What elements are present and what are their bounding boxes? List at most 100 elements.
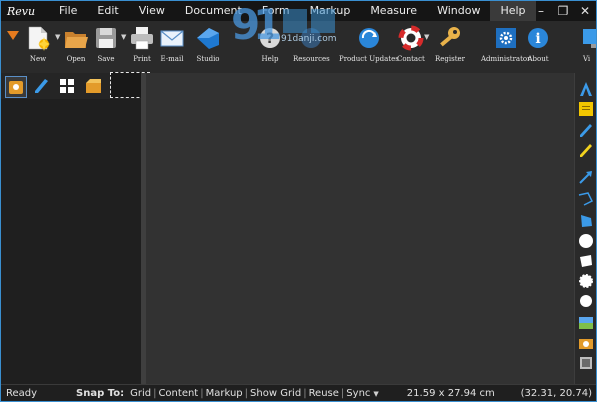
menu-window[interactable]: Window — [427, 1, 490, 21]
open-label: Open — [66, 55, 86, 63]
pen-tool-icon[interactable] — [578, 123, 594, 139]
note-tool-icon[interactable] — [578, 101, 594, 117]
tool-chest-icon — [86, 79, 101, 93]
help-label: Help — [261, 55, 279, 63]
thumbnails-icon — [9, 81, 23, 94]
page-dimensions: 21.59 x 27.94 cm — [406, 388, 495, 399]
image-tool-icon[interactable] — [578, 315, 594, 331]
info-icon: i — [528, 28, 548, 48]
show-grid-toggle[interactable]: Show Grid — [250, 388, 301, 399]
quick-menu-button[interactable] — [7, 31, 19, 41]
tab-tool-chest[interactable] — [83, 76, 105, 98]
tab-layers[interactable] — [57, 76, 79, 98]
resources-label: Resources — [293, 55, 330, 63]
about-button[interactable]: i About — [525, 25, 551, 63]
new-label: New — [29, 55, 47, 63]
about-label: About — [527, 55, 549, 63]
new-button[interactable]: New — [25, 25, 51, 63]
highlighter-tool-icon[interactable] — [578, 143, 594, 159]
sync-toggle[interactable]: Sync — [346, 388, 370, 399]
menu-bar: Revu File Edit View Document Form Markup… — [1, 1, 596, 21]
contact-label: Contact — [397, 55, 425, 63]
save-button[interactable]: Save — [93, 25, 119, 63]
snap-markup-toggle[interactable]: Markup — [206, 388, 243, 399]
camera-tool-icon[interactable] — [578, 335, 594, 351]
studio-label: Studio — [196, 55, 220, 63]
reuse-toggle[interactable]: Reuse — [309, 388, 339, 399]
register-label: Register — [435, 55, 466, 63]
product-updates-button[interactable]: Product Updates — [339, 25, 399, 63]
orange-arrow-icon — [7, 31, 19, 40]
cursor-coordinates: (32.31, 20.74) — [520, 388, 592, 399]
new-dropdown-icon[interactable]: ▼ — [55, 33, 60, 41]
open-folder-icon — [65, 32, 88, 48]
email-button[interactable]: E-mail — [159, 25, 185, 63]
new-document-icon — [28, 26, 50, 51]
snap-content-toggle[interactable]: Content — [158, 388, 198, 399]
snap-to-label: Snap To: — [76, 388, 125, 399]
pen-icon — [35, 79, 48, 93]
grid-icon — [60, 79, 74, 93]
polyline-tool-icon[interactable] — [578, 191, 594, 207]
document-canvas[interactable] — [146, 73, 574, 384]
arrow-tool-icon[interactable] — [578, 169, 594, 185]
help-button[interactable]: ? Help — [257, 25, 283, 63]
print-label: Print — [133, 55, 151, 63]
product-updates-label: Product Updates — [339, 55, 399, 63]
left-panel-content — [1, 99, 141, 384]
menu-view[interactable]: View — [129, 1, 175, 21]
svg-text:?: ? — [266, 31, 274, 47]
email-envelope-icon — [160, 30, 184, 47]
contact-dropdown-icon[interactable]: ▼ — [424, 33, 429, 41]
view-monitor-icon — [583, 29, 596, 48]
restore-button[interactable]: ❐ — [552, 1, 574, 21]
open-button[interactable]: Open — [63, 25, 89, 63]
minimize-button[interactable]: – — [530, 1, 552, 21]
menu-file[interactable]: File — [49, 1, 87, 21]
help-question-icon: ? — [260, 28, 280, 48]
shape-tool-icon[interactable] — [578, 273, 594, 289]
menu-edit[interactable]: Edit — [87, 1, 128, 21]
save-disk-icon — [96, 28, 116, 48]
right-tool-strip — [574, 73, 596, 384]
polygon-tool-icon[interactable] — [578, 213, 594, 229]
watermark-text: 91danji.com — [281, 34, 337, 44]
text-tool-icon[interactable] — [578, 81, 594, 97]
lifebuoy-icon — [398, 25, 424, 51]
stamp-tool-icon[interactable] — [578, 293, 594, 309]
status-bar: Ready Snap To: Grid | Content | Markup |… — [1, 384, 596, 401]
view-button[interactable]: Vi — [579, 25, 596, 63]
resources-button[interactable]: Resources — [293, 25, 330, 63]
tab-thumbnails[interactable] — [5, 76, 27, 98]
app-logo: Revu — [7, 4, 36, 18]
menu-document[interactable]: Document — [175, 1, 252, 21]
view-label: Vi — [583, 55, 591, 63]
update-globe-icon — [358, 28, 379, 48]
left-panel — [1, 72, 150, 384]
save-dropdown-icon[interactable]: ▼ — [121, 33, 126, 41]
ellipse-tool-icon[interactable] — [578, 233, 594, 249]
print-button[interactable]: Print — [129, 25, 155, 63]
menu-markup[interactable]: Markup — [300, 1, 361, 21]
administrator-button[interactable]: Administrator — [481, 25, 530, 63]
studio-icon — [197, 28, 219, 49]
app-window: Revu File Edit View Document Form Markup… — [0, 0, 597, 402]
menu-form[interactable]: Form — [252, 1, 300, 21]
sketch-tool-icon[interactable] — [578, 355, 594, 371]
close-button[interactable]: ✕ — [574, 1, 596, 21]
tab-markups[interactable] — [31, 76, 53, 98]
studio-button[interactable]: Studio — [195, 25, 221, 63]
cloud-tool-icon[interactable] — [578, 253, 594, 269]
svg-text:i: i — [535, 31, 540, 47]
snap-grid-toggle[interactable]: Grid — [130, 388, 151, 399]
contact-button[interactable]: Contact — [397, 25, 425, 63]
sync-dropdown-icon[interactable]: ▼ — [373, 390, 378, 398]
menu-help[interactable]: Help — [490, 1, 536, 21]
menu-measure[interactable]: Measure — [360, 1, 427, 21]
administrator-gear-icon — [495, 28, 516, 48]
window-controls: – ❐ ✕ — [530, 1, 596, 21]
key-icon — [440, 27, 461, 47]
register-button[interactable]: Register — [435, 25, 465, 63]
status-ready: Ready — [6, 388, 38, 399]
left-panel-tabs — [3, 72, 150, 98]
